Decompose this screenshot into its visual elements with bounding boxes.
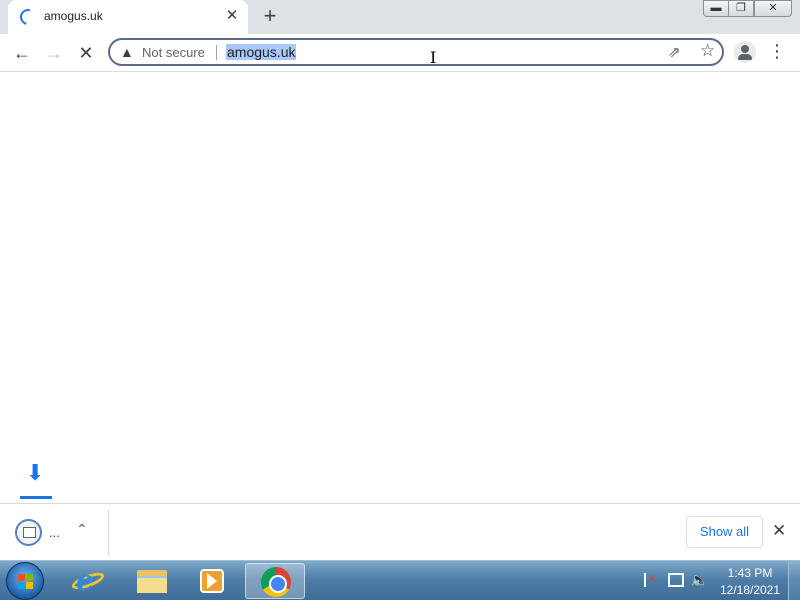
network-icon[interactable]	[668, 573, 684, 587]
windows-logo-icon	[18, 574, 34, 590]
show-all-button[interactable]: Show all	[686, 516, 763, 548]
stop-loading-icon[interactable]: ✕	[74, 41, 98, 65]
desktop-screen: amogus.uk ✕ + ▬ ❐ ✕ ← → ✕ ▲ Not secure a…	[0, 0, 800, 600]
download-file-icon[interactable]	[15, 519, 42, 546]
volume-icon[interactable]: 🔈	[690, 571, 709, 589]
restore-button[interactable]: ❐	[728, 0, 754, 17]
chrome-icon	[261, 567, 291, 597]
browser-tab[interactable]: amogus.uk ✕	[8, 0, 248, 34]
shelf-divider	[108, 510, 109, 556]
folder-front-icon	[137, 576, 167, 593]
browser-toolbar: ← → ✕ ▲ Not secure amogus.uk ⇗ ☆ I ⋮	[0, 34, 800, 72]
taskbar-file-explorer[interactable]	[124, 563, 180, 599]
start-button[interactable]	[6, 562, 44, 600]
action-center-flag-icon[interactable]	[643, 573, 657, 587]
clock-time[interactable]: 1:43 PM	[714, 566, 786, 580]
play-icon	[207, 573, 217, 589]
taskbar-chrome[interactable]	[245, 563, 305, 599]
address-bar[interactable]: ▲ Not secure amogus.uk ⇗ ☆	[108, 38, 724, 66]
download-indicator: ⬇	[20, 460, 52, 500]
address-bar-separator	[216, 45, 217, 60]
bookmark-star-icon[interactable]: ☆	[700, 41, 715, 61]
download-arrow-icon: ⬇	[26, 460, 45, 485]
tab-close-icon[interactable]: ✕	[222, 6, 242, 26]
taskbar-media-player[interactable]	[184, 563, 240, 599]
menu-dots-icon[interactable]: ⋮	[768, 41, 786, 62]
tab-strip: amogus.uk ✕ + ▬ ❐ ✕	[0, 0, 800, 34]
taskbar-internet-explorer[interactable]: e	[62, 563, 118, 599]
new-tab-button[interactable]: +	[258, 4, 282, 28]
forward-arrow-icon[interactable]: →	[42, 41, 66, 65]
download-shelf: ... ⌃ Show all ✕	[0, 503, 800, 560]
loading-spinner-icon	[17, 6, 39, 28]
internet-explorer-icon: e	[76, 564, 94, 597]
download-progress-bar	[20, 496, 52, 499]
minimize-button[interactable]: ▬	[703, 0, 729, 17]
tab-title: amogus.uk	[44, 9, 103, 23]
back-arrow-icon[interactable]: ←	[10, 41, 34, 65]
share-icon[interactable]: ⇗	[668, 43, 681, 61]
chevron-up-icon[interactable]: ⌃	[76, 521, 88, 538]
url-text[interactable]: amogus.uk	[226, 44, 297, 60]
clock-date[interactable]: 12/18/2021	[714, 583, 786, 597]
taskbar: e 🔈 1:43 PM 12/18/2021	[0, 560, 800, 600]
download-item-name[interactable]: ...	[49, 525, 60, 540]
profile-avatar-icon[interactable]	[734, 41, 756, 63]
warning-icon[interactable]: ▲	[120, 44, 136, 60]
page-content	[0, 72, 800, 503]
security-status-label[interactable]: Not secure	[142, 45, 205, 60]
shelf-close-icon[interactable]: ✕	[772, 521, 786, 541]
window-close-button[interactable]: ✕	[754, 0, 792, 17]
text-cursor-icon: I	[430, 48, 437, 67]
show-desktop-button[interactable]	[788, 561, 800, 600]
